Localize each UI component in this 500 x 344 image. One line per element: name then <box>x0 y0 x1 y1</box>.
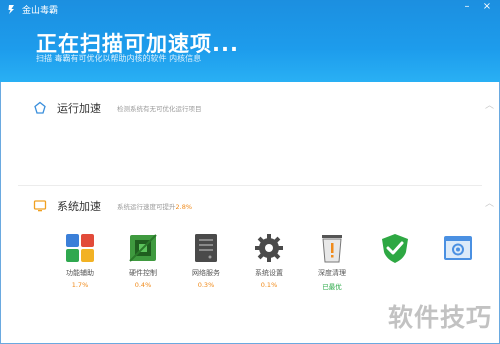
item-label: 网络服务 <box>192 269 220 277</box>
scan-subtitle: 扫描 毒霸有可优化以帮助内核的软件 内核信息 <box>36 54 202 63</box>
rocket-outline-icon <box>33 101 47 115</box>
item-value: 已最优 <box>322 283 342 291</box>
item-label: 功能辅助 <box>66 269 94 277</box>
item-value: 0.4% <box>134 281 152 289</box>
system-accel-desc-value: 2.8% <box>175 203 193 211</box>
window-app-icon <box>444 236 472 260</box>
item-value: 0.3% <box>197 281 215 289</box>
watermark-text: 软件技巧 <box>387 303 492 332</box>
window-title: 金山毒霸 <box>22 5 59 16</box>
shield-check-icon <box>382 234 408 263</box>
system-accel-header: 系统加速 系统运行速度可提升2.8% <box>33 198 192 214</box>
item-label: 硬件控制 <box>129 269 157 277</box>
run-accel-desc: 检测系统有无可优化运行项目 <box>117 105 202 113</box>
item-system-settings[interactable]: 系统设置 0.1% <box>239 232 299 289</box>
section-divider <box>18 185 482 186</box>
collapse-chevron-icon[interactable]: ︿ <box>485 98 494 111</box>
system-accel-desc-prefix: 系统运行速度可提升 <box>117 203 176 211</box>
item-label: 系统设置 <box>255 269 283 277</box>
server-icon <box>195 234 217 262</box>
run-accel-title: 运行加速 <box>57 102 101 115</box>
item-shield[interactable] <box>365 232 425 268</box>
item-value: 0.1% <box>260 281 278 289</box>
item-deep-clean[interactable]: 深度清理 已最优 <box>302 232 362 291</box>
settings-gear-icon <box>255 234 283 262</box>
item-label: 深度清理 <box>318 269 346 277</box>
item-value: 1.7% <box>71 281 89 289</box>
system-accel-title: 系统加速 <box>57 200 101 213</box>
close-icon[interactable]: × <box>482 1 492 12</box>
run-accel-header: 运行加速 检测系统有无可优化运行项目 <box>33 100 202 116</box>
trash-warning-icon <box>322 235 342 263</box>
duba-logo-icon <box>6 4 17 15</box>
minimize-icon[interactable]: – <box>462 1 472 12</box>
title-bar: 金山毒霸 <box>6 2 58 16</box>
hardware-icon <box>129 234 157 262</box>
scan-header: 金山毒霸 – × 正在扫描可加速项... 扫描 毒霸有可优化以帮助内核的软件 内… <box>0 0 500 82</box>
item-window-app[interactable] <box>428 232 488 268</box>
window-controls: – × <box>462 1 492 12</box>
item-hardware-control[interactable]: 硬件控制 0.4% <box>113 232 173 289</box>
collapse-chevron-icon[interactable]: ︿ <box>485 196 494 209</box>
system-accel-desc: 系统运行速度可提升2.8% <box>117 201 192 211</box>
item-function-assist[interactable]: 功能辅助 1.7% <box>50 232 110 289</box>
apps-icon <box>66 234 94 262</box>
monitor-icon <box>33 199 47 213</box>
acceleration-items: 功能辅助 1.7% 硬件控制 0.4% 网络服务 0.3% 系统设置 0.1% … <box>55 232 495 302</box>
item-network-service[interactable]: 网络服务 0.3% <box>176 232 236 289</box>
